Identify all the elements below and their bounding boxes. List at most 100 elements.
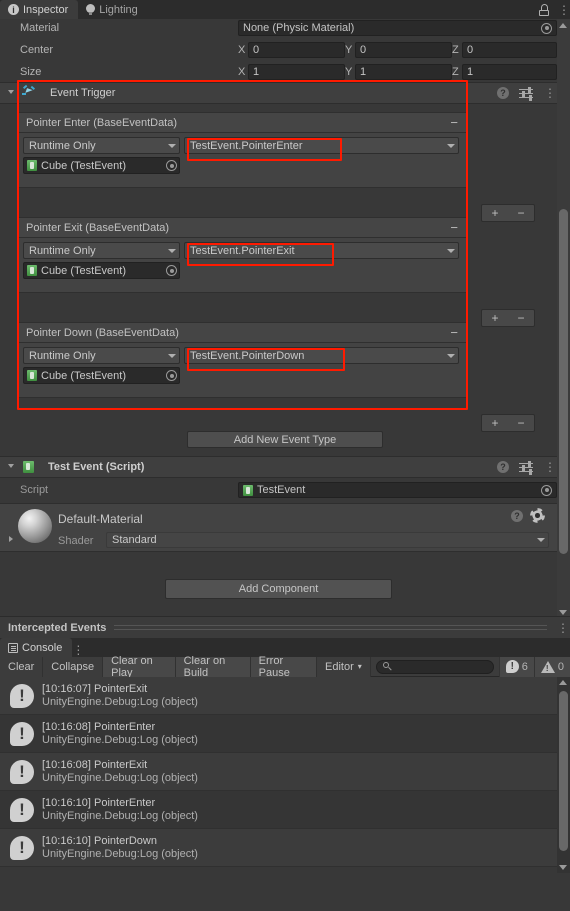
log-time-3: [10:16:10] [42,797,91,809]
size-z-input[interactable]: 1 [462,64,557,80]
callback-function-dropdown-1[interactable]: TestEvent.PointerExit [184,242,459,259]
log-stack-1: UnityEngine.Debug:Log (object) [42,734,198,746]
test-event-script-header[interactable]: Test Event (Script) ? ⋮ [0,456,557,478]
add-callback-button-2[interactable]: + [486,416,503,430]
unity-inspector-window: i Inspector Lighting ⋮ Material None (Ph… [0,0,570,911]
collapse-label: Collapse [51,660,95,673]
add-component-button[interactable]: Add Component [165,579,392,599]
add-callback-button-0[interactable]: + [486,206,503,220]
event-trigger-header[interactable]: Event Trigger ? ⋮ [0,82,557,104]
object-picker-icon[interactable] [541,484,552,496]
remove-callback-button-0[interactable]: − [512,206,529,220]
inspector-scrollbar[interactable] [557,19,570,620]
add-callback-button-1[interactable]: + [486,311,503,325]
object-picker-icon[interactable] [166,265,177,276]
editor-dropdown[interactable]: Editor ▾ [317,656,371,677]
console-search-box[interactable] [375,659,494,674]
callback-mode-dropdown-2[interactable]: Runtime Only [23,347,180,364]
size-label: Size [20,66,42,78]
event-block-pointer-down: Pointer Down (BaseEventData) − Runtime O… [17,322,535,432]
csharp-script-icon [243,484,253,496]
remove-event-pointer-enter[interactable]: − [450,116,458,129]
callback-mode-dropdown-0[interactable]: Runtime Only [23,137,180,154]
callback-target-field-1[interactable]: Cube (TestEvent) [23,262,180,279]
clear-label: Clear [8,660,35,673]
help-icon[interactable]: ? [497,87,509,99]
log-entry-3[interactable]: ! [10:16:10] PointerEnter UnityEngine.De… [0,791,570,829]
log-bubble-icon: ! [505,660,519,673]
kebab-menu-icon[interactable]: ⋮ [558,4,570,16]
scroll-down-arrow-icon[interactable] [559,610,567,615]
log-bubble-icon: ! [10,683,34,708]
log-entry-4[interactable]: ! [10:16:10] PointerDown UnityEngine.Deb… [0,829,570,867]
help-icon[interactable]: ? [511,510,523,522]
chevron-down-icon [447,143,455,148]
log-count-chip[interactable]: ! 6 [498,656,534,677]
event-target-row: Cube (TestEvent) [23,367,461,384]
remove-event-pointer-exit[interactable]: − [450,221,458,234]
material-object-field[interactable]: None (Physic Material) [238,20,557,36]
clear-button[interactable]: Clear [0,656,44,677]
inspector-body: Material None (Physic Material) Center X… [0,19,570,620]
intercepted-events-bar: Intercepted Events ⋮ [0,616,570,638]
callback-target-field-0[interactable]: Cube (TestEvent) [23,157,180,174]
preset-icon[interactable] [519,86,533,101]
center-z-value: 0 [467,44,474,56]
chevron-down-icon[interactable] [8,463,14,471]
inspector-scrollbar-thumb[interactable] [559,209,568,554]
log-entry-2[interactable]: ! [10:16:08] PointerExit UnityEngine.Deb… [0,753,570,791]
callback-function-dropdown-2[interactable]: TestEvent.PointerDown [184,347,459,364]
center-y-input[interactable]: 0 [355,42,452,58]
inspector-tabbar: i Inspector Lighting ⋮ [0,0,570,19]
remove-callback-button-2[interactable]: − [512,416,529,430]
size-y-input[interactable]: 1 [355,64,452,80]
kebab-menu-icon[interactable]: ⋮ [544,461,556,473]
help-icon[interactable]: ? [497,461,509,473]
scroll-down-arrow-icon[interactable] [559,865,567,870]
clear-on-build-label: Clear on Build [183,654,226,679]
center-x-axis: X [238,44,246,56]
remove-callback-button-1[interactable]: − [512,311,529,325]
event-block-pointer-enter: Pointer Enter (BaseEventData) − Runtime … [17,112,535,222]
chevron-right-icon[interactable] [9,536,13,542]
kebab-menu-icon[interactable]: ⋮ [72,643,84,657]
collapse-button[interactable]: Collapse [43,656,104,677]
console-scrollbar[interactable] [557,677,570,873]
size-x-input[interactable]: 1 [248,64,345,80]
scroll-up-arrow-icon[interactable] [559,680,567,685]
error-pause-label: Error Pause [258,654,290,679]
chevron-down-icon[interactable] [8,89,14,97]
log-entry-1[interactable]: ! [10:16:08] PointerEnter UnityEngine.De… [0,715,570,753]
script-object-field[interactable]: TestEvent [238,482,557,498]
object-picker-icon[interactable] [166,160,177,171]
padlock-icon[interactable] [539,3,549,16]
tab-inspector[interactable]: i Inspector [0,0,79,19]
callback-function-dropdown-0[interactable]: TestEvent.PointerEnter [184,137,459,154]
clear-on-play-button[interactable]: Clear on Play [103,655,176,679]
log-entry-0[interactable]: ! [10:16:07] PointerExit UnityEngine.Deb… [0,677,570,715]
callback-mode-dropdown-1[interactable]: Runtime Only [23,242,180,259]
center-z-input[interactable]: 0 [462,42,557,58]
kebab-menu-icon[interactable]: ⋮ [544,87,556,99]
callback-target-field-2[interactable]: Cube (TestEvent) [23,367,180,384]
remove-event-pointer-down[interactable]: − [450,326,458,339]
info-icon: i [8,4,19,15]
search-icon [382,662,392,671]
gear-icon[interactable] [531,509,544,522]
object-picker-icon[interactable] [166,370,177,381]
error-pause-button[interactable]: Error Pause [250,654,317,679]
event-entry-row: Runtime Only TestEvent.PointerExit [23,242,461,259]
kebab-menu-icon[interactable]: ⋮ [557,622,569,634]
warning-count-chip[interactable]: 0 [533,656,570,677]
scroll-up-arrow-icon[interactable] [559,23,567,28]
object-picker-icon[interactable] [541,22,552,34]
add-new-event-type-button[interactable]: Add New Event Type [187,431,383,448]
console-scrollbar-thumb[interactable] [559,691,568,851]
tab-lighting[interactable]: Lighting [78,0,148,19]
tab-console[interactable]: Console [0,638,73,657]
material-label: Material [20,22,60,34]
preset-icon[interactable] [519,460,533,475]
clear-on-build-button[interactable]: Clear on Build [175,654,251,679]
center-x-input[interactable]: 0 [248,42,345,58]
shader-dropdown[interactable]: Standard [106,532,549,548]
